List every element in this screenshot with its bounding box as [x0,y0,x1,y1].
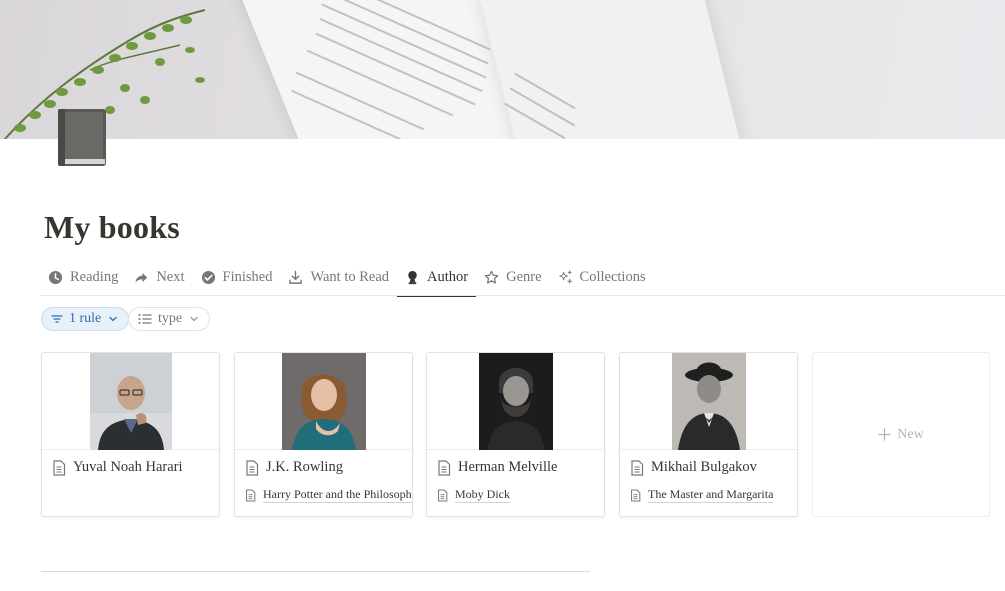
author-photo [672,353,746,450]
author-card[interactable]: Herman Melville Moby Dick [426,352,605,517]
filter-rule-label: 1 rule [69,311,102,326]
plant-decoration [4,9,206,139]
tab-collections[interactable]: Collections [550,258,654,296]
group-by-label: type [158,311,183,326]
tab-want-to-read[interactable]: Want to Read [280,258,397,296]
sparkle-icon [558,269,572,284]
page-icon [631,488,641,502]
new-card-button[interactable]: New [812,352,990,517]
card-cover [235,353,412,450]
page-icon [246,488,256,502]
page-icon [53,459,66,476]
star-icon [484,270,499,284]
tab-label: Reading [70,268,119,285]
tab-finished[interactable]: Finished [193,258,281,296]
page-icon [246,459,259,476]
chevron-down-icon [109,316,117,322]
page-icon [438,488,448,502]
download-icon [289,270,303,284]
new-card-label: New [897,426,924,442]
card-cover [427,353,604,450]
author-photo [479,353,553,450]
tab-label: Want to Read [310,268,390,285]
view-tabs: Reading Next Finished Want to Read Autho… [40,258,654,297]
tab-label: Collections [579,268,646,285]
author-name[interactable]: Herman Melville [437,459,557,476]
page-icon [631,459,644,476]
author-photo [90,353,172,450]
related-book-link[interactable]: Harry Potter and the Philosopher's Stone [245,487,412,503]
author-name[interactable]: Mikhail Bulgakov [630,459,757,476]
related-book-link[interactable]: The Master and Margarita [630,487,774,503]
chevron-down-icon [190,316,198,322]
book-icon[interactable] [56,108,108,168]
arrow-forward-icon [135,272,148,283]
plus-icon [878,428,891,441]
tab-genre[interactable]: Genre [476,258,549,296]
tab-label: Next [156,268,185,285]
filter-icon [51,315,63,323]
page-cover-image [0,0,1005,139]
filter-rule-chip[interactable]: 1 rule [41,307,130,331]
page-icon [438,459,451,476]
page-title: My books [44,209,180,245]
tab-label: Genre [506,268,542,285]
person-bust-icon [408,270,417,284]
cover-book-illustration [226,0,750,139]
author-card[interactable]: J.K. Rowling Harry Potter and the Philos… [234,352,413,517]
author-card[interactable]: Mikhail Bulgakov The Master and Margarit… [619,352,798,517]
card-cover [42,353,219,450]
clock-icon [48,270,63,284]
list-icon [138,314,152,324]
tab-label: Finished [222,268,273,285]
tab-label: Author [427,268,469,285]
tab-next[interactable]: Next [126,258,192,296]
related-book-link[interactable]: Moby Dick [437,487,510,503]
tab-reading[interactable]: Reading [40,258,126,296]
group-by-chip[interactable]: type [128,307,211,331]
author-name[interactable]: Yuval Noah Harari [52,459,183,476]
tabs-divider [40,295,1005,296]
check-circle-icon [201,270,215,284]
card-cover [620,353,797,450]
author-name[interactable]: J.K. Rowling [245,459,343,476]
divider [41,571,590,572]
author-card[interactable]: Yuval Noah Harari [41,352,220,517]
tab-author[interactable]: Author [397,258,477,297]
author-photo [282,353,366,450]
